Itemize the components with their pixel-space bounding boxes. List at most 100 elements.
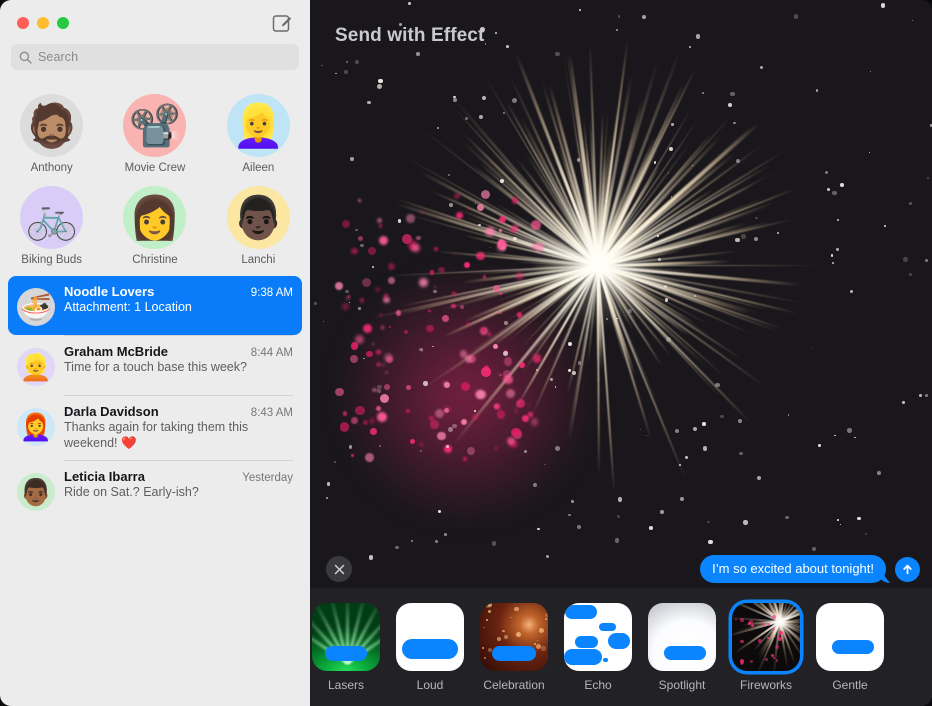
firework-spark: [348, 301, 350, 303]
firework-spark: [530, 418, 539, 426]
effect-option[interactable]: Loud: [388, 602, 472, 692]
firework-spark: [679, 463, 682, 466]
compose-pencil-icon[interactable]: [271, 12, 293, 34]
firework-spark: [514, 410, 518, 414]
pinned-conversation[interactable]: 🚲 Biking Buds: [0, 186, 103, 266]
effect-option[interactable]: Spotlight: [640, 602, 724, 692]
firework-spark: [432, 345, 434, 348]
firework-spark: [512, 224, 519, 231]
search-input[interactable]: Search: [11, 44, 299, 70]
firework-spark: [674, 428, 679, 433]
confetti-dot: [545, 612, 548, 617]
conversation-preview: Ride on Sat.? Early-ish?: [64, 485, 199, 500]
firework-spark: [476, 389, 486, 400]
firework-spark: [911, 19, 914, 22]
conversation-row[interactable]: 👩‍🦰 Darla Davidson 8:43 AM Thanks again for…: [8, 396, 302, 460]
firework-spark: [368, 246, 377, 255]
firework-spark: [549, 378, 553, 382]
firework-spark: [481, 190, 491, 200]
effect-label: Celebration: [483, 677, 545, 692]
firework-spark: [777, 231, 780, 234]
firework-spark: [877, 471, 882, 476]
message-bubble[interactable]: I’m so excited about tonight!: [700, 555, 886, 583]
firework-spark: [530, 220, 541, 231]
firework-spark: [741, 234, 746, 239]
firework-spark: [363, 357, 365, 360]
firework-spark: [376, 83, 382, 89]
firework-spark: [507, 436, 516, 445]
firework-spark: [639, 428, 642, 430]
firework-spark: [840, 183, 845, 188]
firework-spark: [815, 89, 819, 92]
avatar: 🚲: [20, 186, 84, 249]
firework-spark: [667, 172, 670, 174]
maximize-window-button[interactable]: [57, 17, 69, 29]
firework-spark: [335, 387, 344, 397]
firework-spark: [701, 421, 706, 426]
conversation-row[interactable]: 🍜 Noodle Lovers 9:38 AM Attachment: 1 Locat…: [8, 276, 302, 335]
pinned-conversation[interactable]: 👨🏿 Lanchi: [207, 186, 310, 266]
firework-spark: [335, 72, 337, 74]
effect-label: Spotlight: [658, 677, 706, 692]
main-pane: Send with Effect I’m so excited about to…: [310, 0, 932, 706]
firework-spark: [839, 524, 841, 526]
close-icon[interactable]: [326, 556, 352, 582]
effect-option[interactable]: Gentle: [808, 602, 892, 692]
firework-spark: [576, 158, 581, 162]
firework-spark: [576, 524, 581, 530]
firework-spark: [658, 258, 662, 262]
thumbnail-bubble: [564, 648, 602, 665]
pinned-conversation[interactable]: 📽️ Movie Crew: [103, 94, 206, 174]
firework-spark: [416, 52, 420, 57]
firework-spark: [434, 247, 439, 252]
firework-spark: [347, 295, 350, 298]
effect-option[interactable]: Celebration: [472, 602, 556, 692]
firework-spark: [397, 218, 402, 223]
firework-spark: [577, 360, 582, 365]
firework-spark: [363, 420, 369, 426]
pinned-conversation[interactable]: 👩 Christine: [103, 186, 206, 266]
confetti-dot: [486, 604, 491, 609]
firework-spark: [351, 247, 358, 255]
firework-spark: [668, 146, 673, 152]
firework-spark: [325, 496, 329, 500]
firework-spark: [832, 190, 837, 196]
firework-spark: [429, 416, 434, 421]
firework-spark: [740, 639, 744, 643]
effect-option[interactable]: Lasers: [310, 602, 388, 692]
firework-spark: [428, 309, 431, 313]
firework-spark: [355, 228, 358, 232]
firework-spark: [516, 312, 523, 318]
firework-spark: [420, 442, 423, 446]
pinned-conversation[interactable]: 👱‍♀️ Aileen: [207, 94, 310, 174]
firework-spark: [645, 434, 648, 436]
conversation-row[interactable]: 👨🏾 Leticia Ibarra Yesterday Ride on Sat.? E…: [8, 461, 302, 520]
thumbnail-bubble: [325, 645, 367, 661]
search-bar[interactable]: Search: [0, 44, 310, 78]
firework-spark: [666, 337, 671, 342]
pinned-conversation[interactable]: 🧔🏽 Anthony: [0, 94, 103, 174]
pinned-conversations-grid: 🧔🏽 Anthony 📽️ Movie Crew 👱‍♀️ Aileen 🚲 Biking B…: [0, 78, 310, 272]
effect-option[interactable]: Echo: [556, 602, 640, 692]
close-window-button[interactable]: [17, 17, 29, 29]
firework-spark: [884, 224, 887, 227]
send-arrow-up-icon[interactable]: [895, 556, 920, 582]
firework-spark: [501, 246, 507, 252]
firework-spark: [505, 389, 516, 399]
firework-spark: [511, 197, 519, 204]
minimize-window-button[interactable]: [37, 17, 49, 29]
firework-spark: [648, 526, 653, 531]
firework-spark: [515, 272, 524, 280]
firework-spark: [831, 254, 834, 257]
firework-spark: [618, 497, 623, 502]
firework-spark: [333, 461, 336, 464]
page-title: Send with Effect: [335, 25, 485, 46]
firework-spark: [490, 247, 492, 249]
firework-spark: [513, 236, 517, 240]
effect-option[interactable]: Fireworks: [724, 602, 808, 692]
firework-spark: [826, 187, 831, 191]
firework-spark: [387, 262, 395, 270]
conversation-row[interactable]: 👱 Graham McBride 8:44 AM Time for a touch b…: [8, 336, 302, 395]
effects-picker-strip[interactable]: Lasers Loud Celebration Echo Spotlight Firewo…: [310, 588, 932, 706]
firework-spark: [694, 294, 697, 297]
